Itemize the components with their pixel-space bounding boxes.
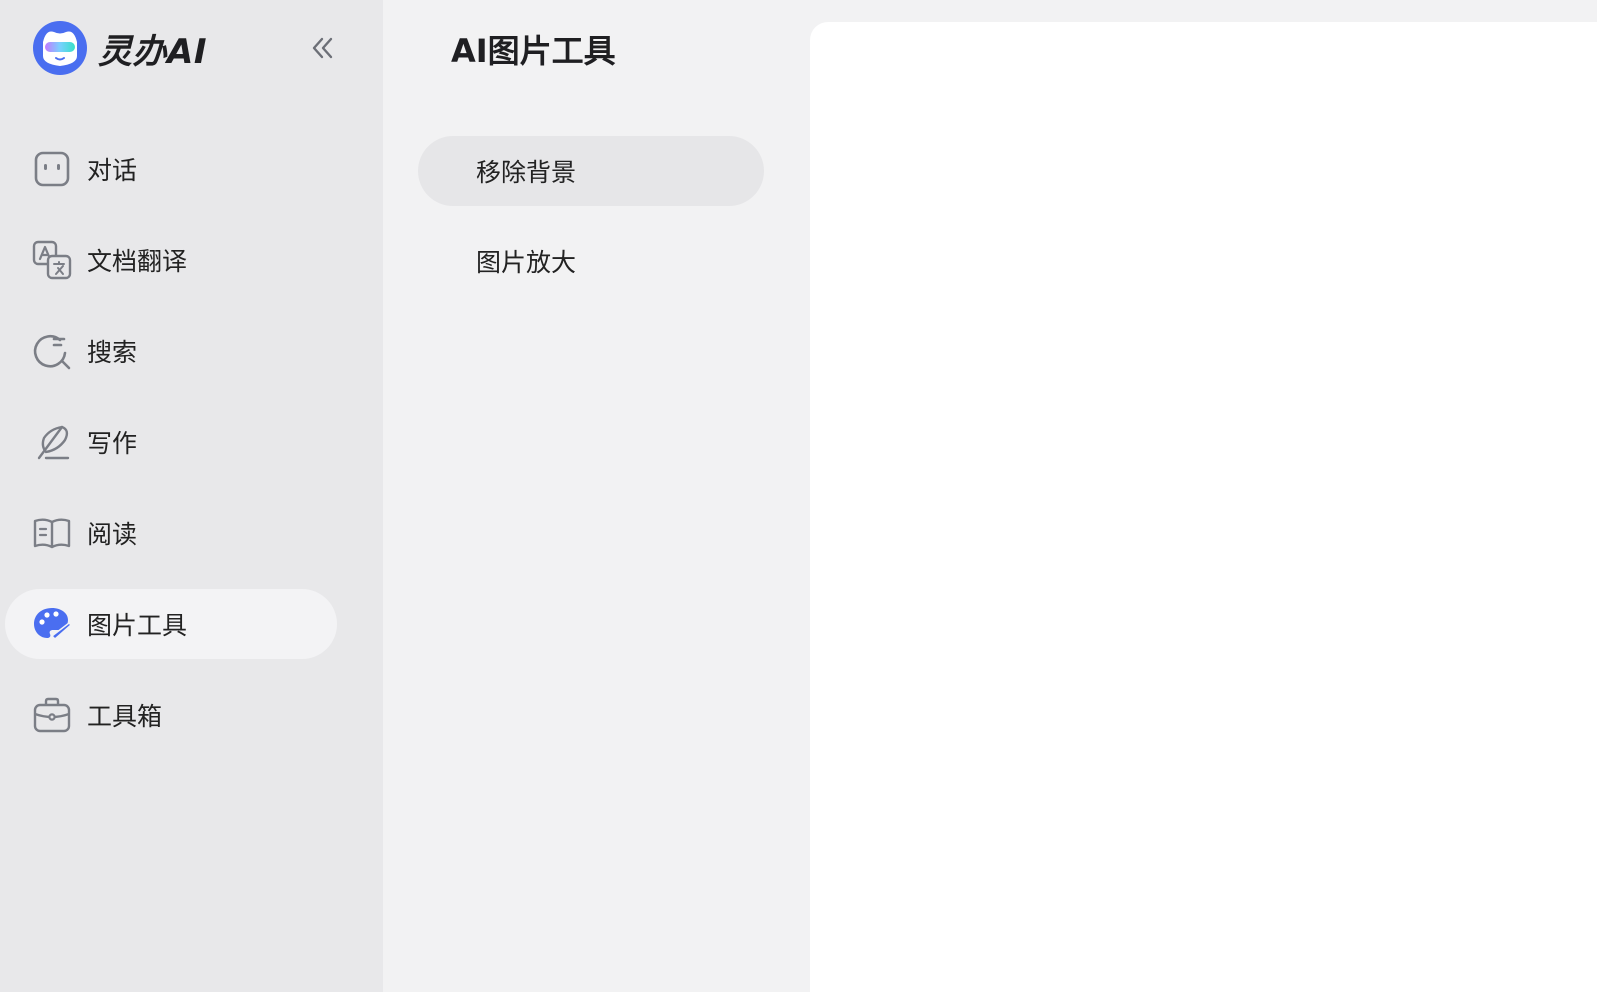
tool-item-remove-background[interactable]: 移除背景 xyxy=(418,136,764,206)
sidebar-item-label: 工具箱 xyxy=(87,702,163,731)
sidebar-item-label: 写作 xyxy=(87,429,138,458)
translate-icon xyxy=(32,240,72,280)
image-tool-list: 移除背景 图片放大 xyxy=(418,136,764,316)
sidebar-item-translate[interactable]: 文档翻译 xyxy=(5,225,337,295)
search-icon xyxy=(32,331,72,371)
sidebar-item-reading[interactable]: 阅读 xyxy=(5,498,337,568)
brand[interactable]: 灵办AI xyxy=(32,20,207,76)
panel-title: AI图片工具 xyxy=(451,32,616,70)
sidebar: 灵办AI 对话 文档翻译 搜索 写作 阅读 图片工具 工具箱 xyxy=(0,0,383,992)
sidebar-item-image-tools[interactable]: 图片工具 xyxy=(5,589,337,659)
app-window: 灵办AI 对话 文档翻译 搜索 写作 阅读 图片工具 工具箱 AI图片工具 移除… xyxy=(0,0,1597,992)
palette-icon xyxy=(32,604,72,644)
chat-bot-icon xyxy=(32,149,72,189)
sidebar-item-search[interactable]: 搜索 xyxy=(5,316,337,386)
image-tools-panel: AI图片工具 移除背景 图片放大 xyxy=(383,0,795,992)
sidebar-item-label: 搜索 xyxy=(87,338,138,367)
feather-pen-icon xyxy=(32,422,72,462)
tool-item-label: 图片放大 xyxy=(476,248,577,277)
sidebar-item-label: 对话 xyxy=(87,156,138,185)
sidebar-item-label: 图片工具 xyxy=(87,611,188,640)
main-content-area xyxy=(810,22,1597,992)
sidebar-item-chat[interactable]: 对话 xyxy=(5,134,337,204)
sidebar-item-label: 阅读 xyxy=(87,520,138,549)
toolbox-icon xyxy=(32,695,72,735)
tool-item-label: 移除背景 xyxy=(476,158,577,187)
sidebar-item-toolbox[interactable]: 工具箱 xyxy=(5,680,337,750)
double-chevron-left-icon xyxy=(312,37,333,59)
ai-mascot-logo-icon xyxy=(33,21,87,75)
sidebar-item-writing[interactable]: 写作 xyxy=(5,407,337,477)
tool-item-image-upscale[interactable]: 图片放大 xyxy=(418,226,764,296)
open-book-icon xyxy=(32,513,72,553)
collapse-sidebar-button[interactable] xyxy=(306,32,338,64)
brand-name: 灵办AI xyxy=(98,31,207,72)
sidebar-nav: 对话 文档翻译 搜索 写作 阅读 图片工具 工具箱 xyxy=(5,134,337,771)
sidebar-item-label: 文档翻译 xyxy=(87,247,188,276)
